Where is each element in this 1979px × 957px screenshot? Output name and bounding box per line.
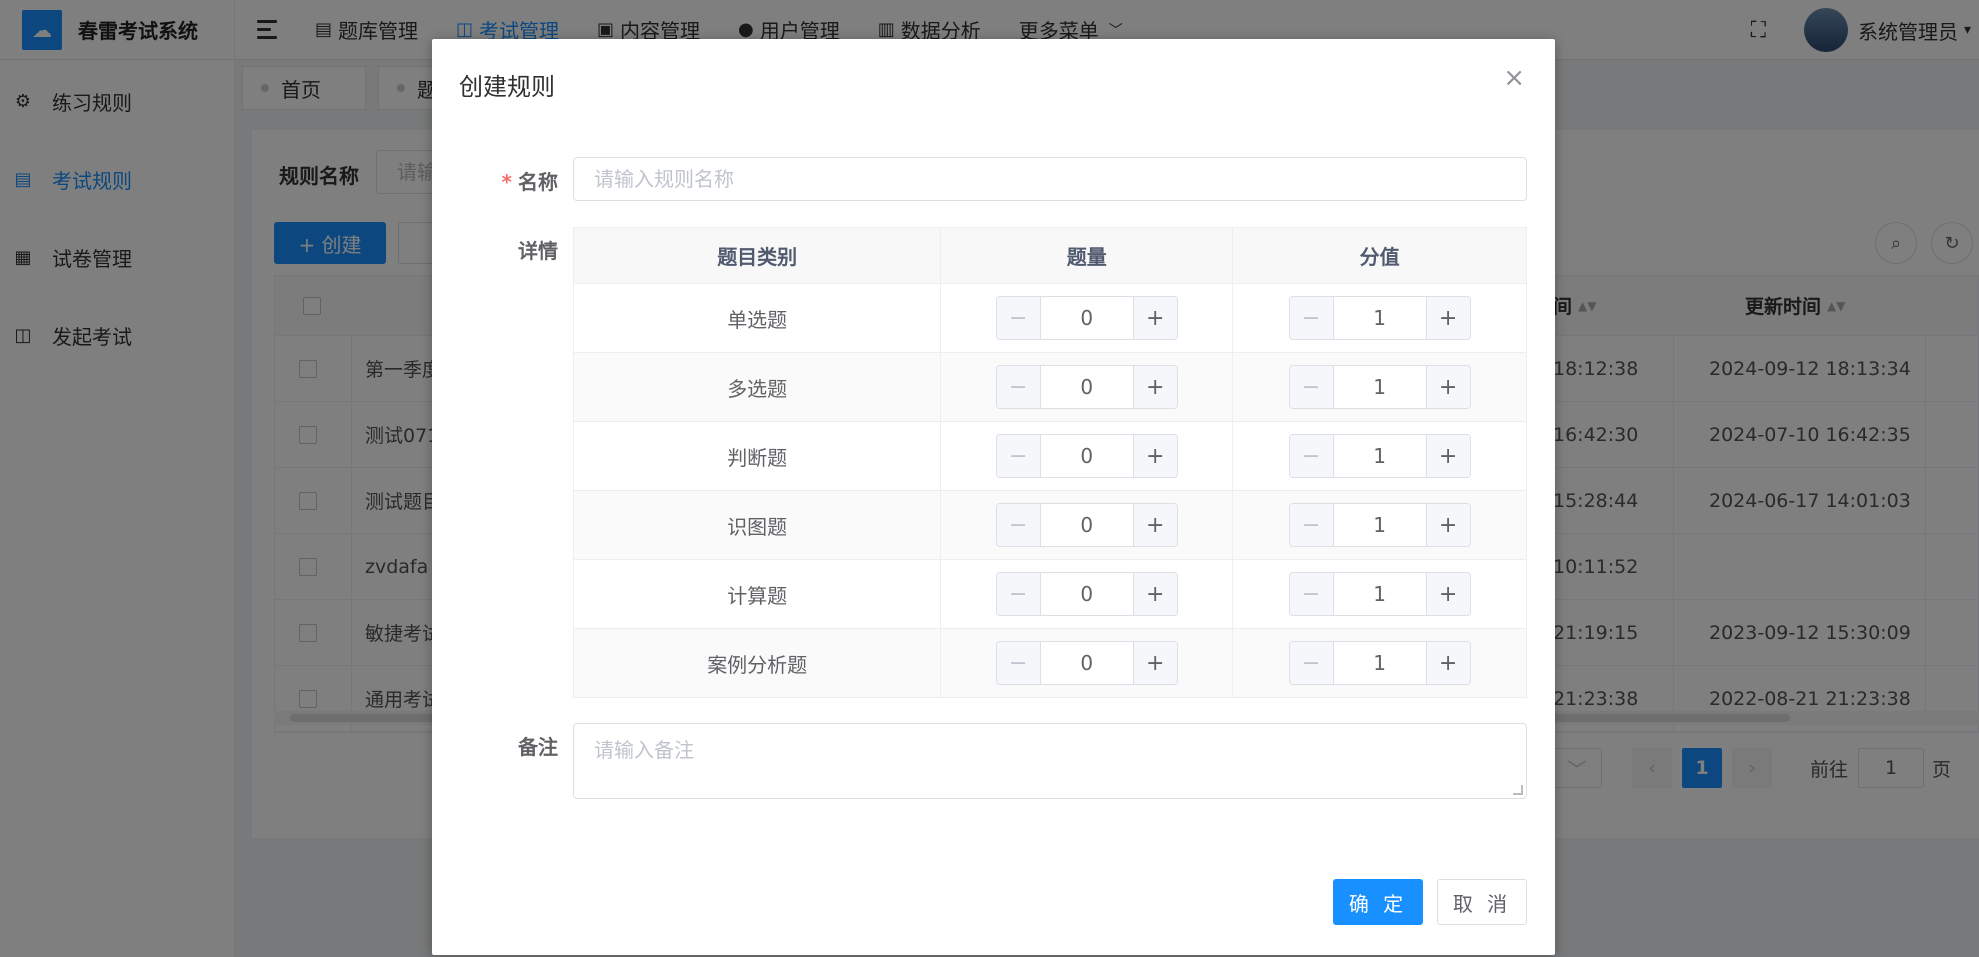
- category-cell: 案例分析题: [572, 628, 942, 698]
- plus-icon[interactable]: +: [1425, 642, 1470, 684]
- rule-name-input[interactable]: 请输入规则名称: [573, 157, 1527, 201]
- score-cell: −1 +: [1232, 628, 1527, 698]
- category-cell: 多选题: [572, 352, 942, 422]
- score-cell: −1 +: [1232, 421, 1527, 491]
- score-stepper: −1 +: [1288, 434, 1471, 478]
- count-value[interactable]: 0: [1041, 366, 1133, 408]
- count-stepper: −0 +: [995, 572, 1178, 616]
- detail-row-multi-choice: 多选题 −0 + −1 +: [572, 352, 1527, 422]
- score-value[interactable]: 1: [1334, 366, 1426, 408]
- plus-icon[interactable]: +: [1425, 435, 1470, 477]
- count-value[interactable]: 0: [1041, 297, 1133, 339]
- confirm-button[interactable]: 确 定: [1333, 879, 1423, 925]
- remark-label: 备注: [518, 735, 558, 759]
- minus-icon[interactable]: −: [996, 504, 1041, 546]
- detail-row-image-recognition: 识图题 −0 + −1 +: [572, 490, 1527, 560]
- minus-icon[interactable]: −: [996, 297, 1041, 339]
- count-stepper: −0 +: [995, 503, 1178, 547]
- detail-label: 详情: [518, 239, 558, 263]
- detail-table-header: 题目类别 题量 分值: [572, 227, 1527, 284]
- count-value[interactable]: 0: [1041, 435, 1133, 477]
- score-cell: −1 +: [1232, 352, 1527, 422]
- score-value[interactable]: 1: [1334, 297, 1426, 339]
- score-value[interactable]: 1: [1334, 642, 1426, 684]
- count-cell: −0 +: [940, 628, 1234, 698]
- score-stepper: −1 +: [1288, 572, 1471, 616]
- plus-icon[interactable]: +: [1425, 366, 1470, 408]
- category-cell: 识图题: [572, 490, 942, 560]
- count-cell: −0 +: [940, 352, 1234, 422]
- detail-row-calculation: 计算题 −0 + −1 +: [572, 559, 1527, 629]
- minus-icon[interactable]: −: [996, 435, 1041, 477]
- count-stepper: −0 +: [995, 365, 1178, 409]
- count-stepper: −0 +: [995, 434, 1178, 478]
- category-cell: 单选题: [572, 283, 942, 353]
- col-score: 分值: [1232, 227, 1527, 284]
- count-cell: −0 +: [940, 559, 1234, 629]
- plus-icon[interactable]: +: [1132, 297, 1177, 339]
- minus-icon[interactable]: −: [996, 573, 1041, 615]
- plus-icon[interactable]: +: [1425, 504, 1470, 546]
- col-count: 题量: [940, 227, 1234, 284]
- plus-icon[interactable]: +: [1132, 504, 1177, 546]
- category-cell: 计算题: [572, 559, 942, 629]
- minus-icon[interactable]: −: [1289, 573, 1334, 615]
- count-cell: −0 +: [940, 421, 1234, 491]
- count-cell: −0 +: [940, 490, 1234, 560]
- count-value[interactable]: 0: [1041, 642, 1133, 684]
- remark-textarea[interactable]: 请输入备注: [573, 723, 1527, 799]
- detail-table: 题目类别 题量 分值 单选题 −0 + −1 + 多选题 −0 + −1 + 判断题 −…: [572, 227, 1527, 698]
- count-cell: −0 +: [940, 283, 1234, 353]
- count-stepper: −0 +: [995, 296, 1178, 340]
- detail-row-case-analysis: 案例分析题 −0 + −1 +: [572, 628, 1527, 698]
- category-cell: 判断题: [572, 421, 942, 491]
- create-rule-dialog: 创建规则 × * 名称 请输入规则名称 详情 题目类别 题量 分值 单选题 −0 +…: [432, 39, 1555, 955]
- minus-icon[interactable]: −: [1289, 504, 1334, 546]
- score-stepper: −1 +: [1288, 365, 1471, 409]
- count-stepper: −0 +: [995, 641, 1178, 685]
- cancel-button[interactable]: 取 消: [1437, 879, 1527, 925]
- count-value[interactable]: 0: [1041, 573, 1133, 615]
- name-label: * 名称: [501, 170, 558, 194]
- detail-row-true-false: 判断题 −0 + −1 +: [572, 421, 1527, 491]
- minus-icon[interactable]: −: [1289, 366, 1334, 408]
- score-stepper: −1 +: [1288, 641, 1471, 685]
- score-cell: −1 +: [1232, 283, 1527, 353]
- dialog-title: 创建规则: [459, 73, 555, 101]
- plus-icon[interactable]: +: [1132, 573, 1177, 615]
- detail-row-single-choice: 单选题 −0 + −1 +: [572, 283, 1527, 353]
- score-stepper: −1 +: [1288, 503, 1471, 547]
- plus-icon[interactable]: +: [1132, 435, 1177, 477]
- minus-icon[interactable]: −: [996, 366, 1041, 408]
- score-stepper: −1 +: [1288, 296, 1471, 340]
- minus-icon[interactable]: −: [1289, 297, 1334, 339]
- minus-icon[interactable]: −: [1289, 642, 1334, 684]
- plus-icon[interactable]: +: [1425, 573, 1470, 615]
- plus-icon[interactable]: +: [1425, 297, 1470, 339]
- score-cell: −1 +: [1232, 559, 1527, 629]
- count-value[interactable]: 0: [1041, 504, 1133, 546]
- col-category: 题目类别: [572, 227, 942, 284]
- score-value[interactable]: 1: [1334, 504, 1426, 546]
- score-value[interactable]: 1: [1334, 573, 1426, 615]
- close-icon[interactable]: ×: [1503, 63, 1525, 93]
- score-value[interactable]: 1: [1334, 435, 1426, 477]
- resize-handle-icon[interactable]: [1513, 785, 1523, 795]
- score-cell: −1 +: [1232, 490, 1527, 560]
- minus-icon[interactable]: −: [996, 642, 1041, 684]
- plus-icon[interactable]: +: [1132, 642, 1177, 684]
- minus-icon[interactable]: −: [1289, 435, 1334, 477]
- plus-icon[interactable]: +: [1132, 366, 1177, 408]
- required-mark: *: [501, 170, 512, 194]
